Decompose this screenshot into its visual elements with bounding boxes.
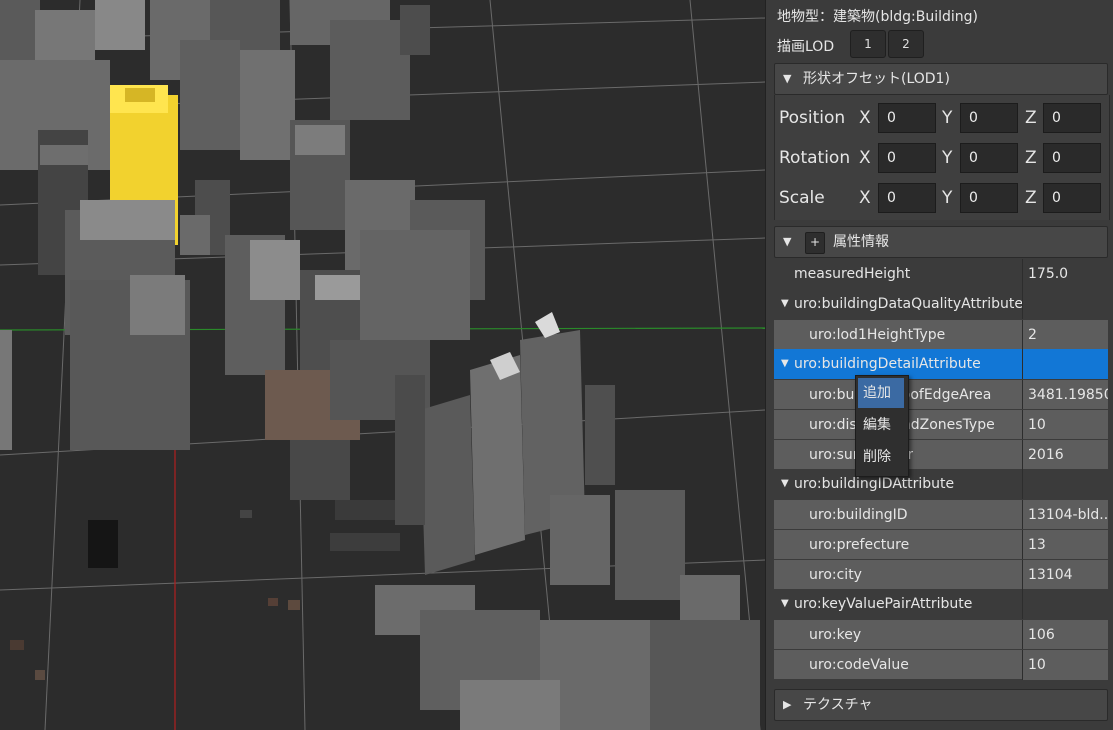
attribute-value[interactable]: 13104-bld... [1022, 500, 1108, 530]
attribute-key: uro:codeValue [809, 657, 909, 673]
attribute-key: uro:buildingID [809, 507, 908, 523]
position-x-input[interactable]: 0 [878, 103, 936, 133]
expanded-triangle-icon: ▼ [783, 235, 792, 248]
shape-offset-title: 形状オフセット(LOD1) [803, 71, 950, 87]
lod-label: 描画LOD [777, 39, 835, 55]
attribute-value[interactable]: 3481.19850 [1022, 380, 1108, 410]
collapsed-triangle-icon: ▶ [783, 698, 792, 711]
attribute-row[interactable]: uro:buildingID 13104-bld... [774, 499, 1108, 530]
attribute-value[interactable]: 106 [1022, 620, 1108, 650]
attributes-header[interactable]: ▼ + 属性情報 [774, 226, 1108, 258]
attribute-key: uro:city [809, 567, 862, 583]
attribute-table: measuredHeight 175.0 ▼ uro:buildingDataQ… [774, 259, 1108, 687]
position-label: Position [779, 108, 846, 128]
attribute-row[interactable]: uro:lod1HeightType 2 [774, 319, 1108, 350]
attribute-row[interactable]: uro:districtsAndZonesType 10 [774, 409, 1108, 440]
attribute-value[interactable]: 2016 [1022, 440, 1108, 470]
position-z-label: Z [1025, 108, 1037, 128]
rotation-z-label: Z [1025, 148, 1037, 168]
attribute-row[interactable]: uro:buildingRoofEdgeArea 3481.19850 [774, 379, 1108, 410]
attributes-title: 属性情報 [833, 234, 889, 250]
expanded-triangle-icon[interactable]: ▼ [781, 469, 789, 499]
inspector-panel: 地物型：建築物(bldg:Building) 描画LOD 1 2 ▼ 形状オフセ… [765, 0, 1113, 730]
expanded-triangle-icon[interactable]: ▼ [781, 349, 789, 379]
attribute-value[interactable]: 10 [1022, 650, 1108, 680]
lod-button-1[interactable]: 1 [850, 30, 886, 58]
add-attribute-button[interactable]: + [805, 232, 825, 254]
attribute-key: uro:lod1HeightType [809, 327, 946, 343]
context-menu-add[interactable]: 追加 [858, 378, 904, 408]
attribute-value [1022, 469, 1108, 499]
attribute-group-row[interactable]: ▼ uro:keyValuePairAttribute [774, 589, 1108, 619]
attribute-row[interactable]: uro:surveyYear 2016 [774, 439, 1108, 470]
attribute-row[interactable]: uro:prefecture 13 [774, 529, 1108, 560]
context-menu-edit[interactable]: 編集 [858, 410, 904, 440]
shape-offset-header[interactable]: ▼ 形状オフセット(LOD1) [774, 63, 1108, 95]
expanded-triangle-icon[interactable]: ▼ [781, 289, 789, 319]
rotation-y-input[interactable]: 0 [960, 143, 1018, 173]
attribute-group-row[interactable]: ▼ uro:buildingIDAttribute [774, 469, 1108, 499]
attribute-row[interactable]: uro:key 106 [774, 619, 1108, 650]
feature-type-label: 地物型：建築物(bldg:Building) [777, 9, 978, 25]
scale-x-label: X [859, 188, 871, 208]
attribute-group-row-selected[interactable]: ▼ uro:buildingDetailAttribute [774, 349, 1108, 379]
texture-title: テクスチャ [803, 697, 873, 713]
expanded-triangle-icon[interactable]: ▼ [781, 589, 789, 619]
context-menu: 追加 編集 削除 [855, 375, 909, 477]
attribute-value [1022, 589, 1108, 619]
position-y-label: Y [942, 108, 953, 128]
context-menu-delete[interactable]: 削除 [858, 442, 904, 472]
attribute-value [1022, 289, 1108, 319]
scene-viewport[interactable] [0, 0, 765, 730]
expanded-triangle-icon: ▼ [783, 72, 792, 85]
attribute-key: uro:prefecture [809, 537, 910, 553]
scale-y-input[interactable]: 0 [960, 183, 1018, 213]
scale-x-input[interactable]: 0 [878, 183, 936, 213]
attribute-value[interactable]: 13 [1022, 530, 1108, 560]
attribute-value[interactable]: 10 [1022, 410, 1108, 440]
position-z-input[interactable]: 0 [1043, 103, 1101, 133]
attribute-row[interactable]: uro:city 13104 [774, 559, 1108, 590]
attribute-group-row[interactable]: ▼ uro:buildingDataQualityAttribute [774, 289, 1108, 319]
position-x-label: X [859, 108, 871, 128]
attribute-key: uro:buildingDataQualityAttribute [794, 296, 1023, 312]
lod-button-2[interactable]: 2 [888, 30, 924, 58]
rotation-y-label: Y [942, 148, 953, 168]
attribute-row[interactable]: uro:codeValue 10 [774, 649, 1108, 680]
attribute-key: uro:keyValuePairAttribute [794, 596, 973, 612]
scale-label: Scale [779, 188, 825, 208]
rotation-z-input[interactable]: 0 [1043, 143, 1101, 173]
rotation-x-label: X [859, 148, 871, 168]
attribute-row[interactable]: measuredHeight 175.0 [774, 259, 1108, 289]
attribute-key: measuredHeight [794, 266, 911, 282]
scale-z-input[interactable]: 0 [1043, 183, 1101, 213]
texture-header[interactable]: ▶ テクスチャ [774, 689, 1108, 721]
attribute-value[interactable]: 2 [1022, 320, 1108, 350]
rotation-x-input[interactable]: 0 [878, 143, 936, 173]
transform-fields: Position X 0 Y 0 Z 0 Rotation X 0 Y 0 Z … [774, 95, 1110, 220]
position-y-input[interactable]: 0 [960, 103, 1018, 133]
rotation-label: Rotation [779, 148, 851, 168]
attribute-key: uro:key [809, 627, 862, 643]
attribute-value[interactable]: 13104 [1022, 560, 1108, 590]
scale-z-label: Z [1025, 188, 1037, 208]
debris [10, 510, 300, 680]
city-scene [0, 0, 765, 730]
scale-y-label: Y [942, 188, 953, 208]
attribute-value[interactable]: 175.0 [1022, 259, 1108, 289]
attribute-value [1022, 349, 1108, 379]
